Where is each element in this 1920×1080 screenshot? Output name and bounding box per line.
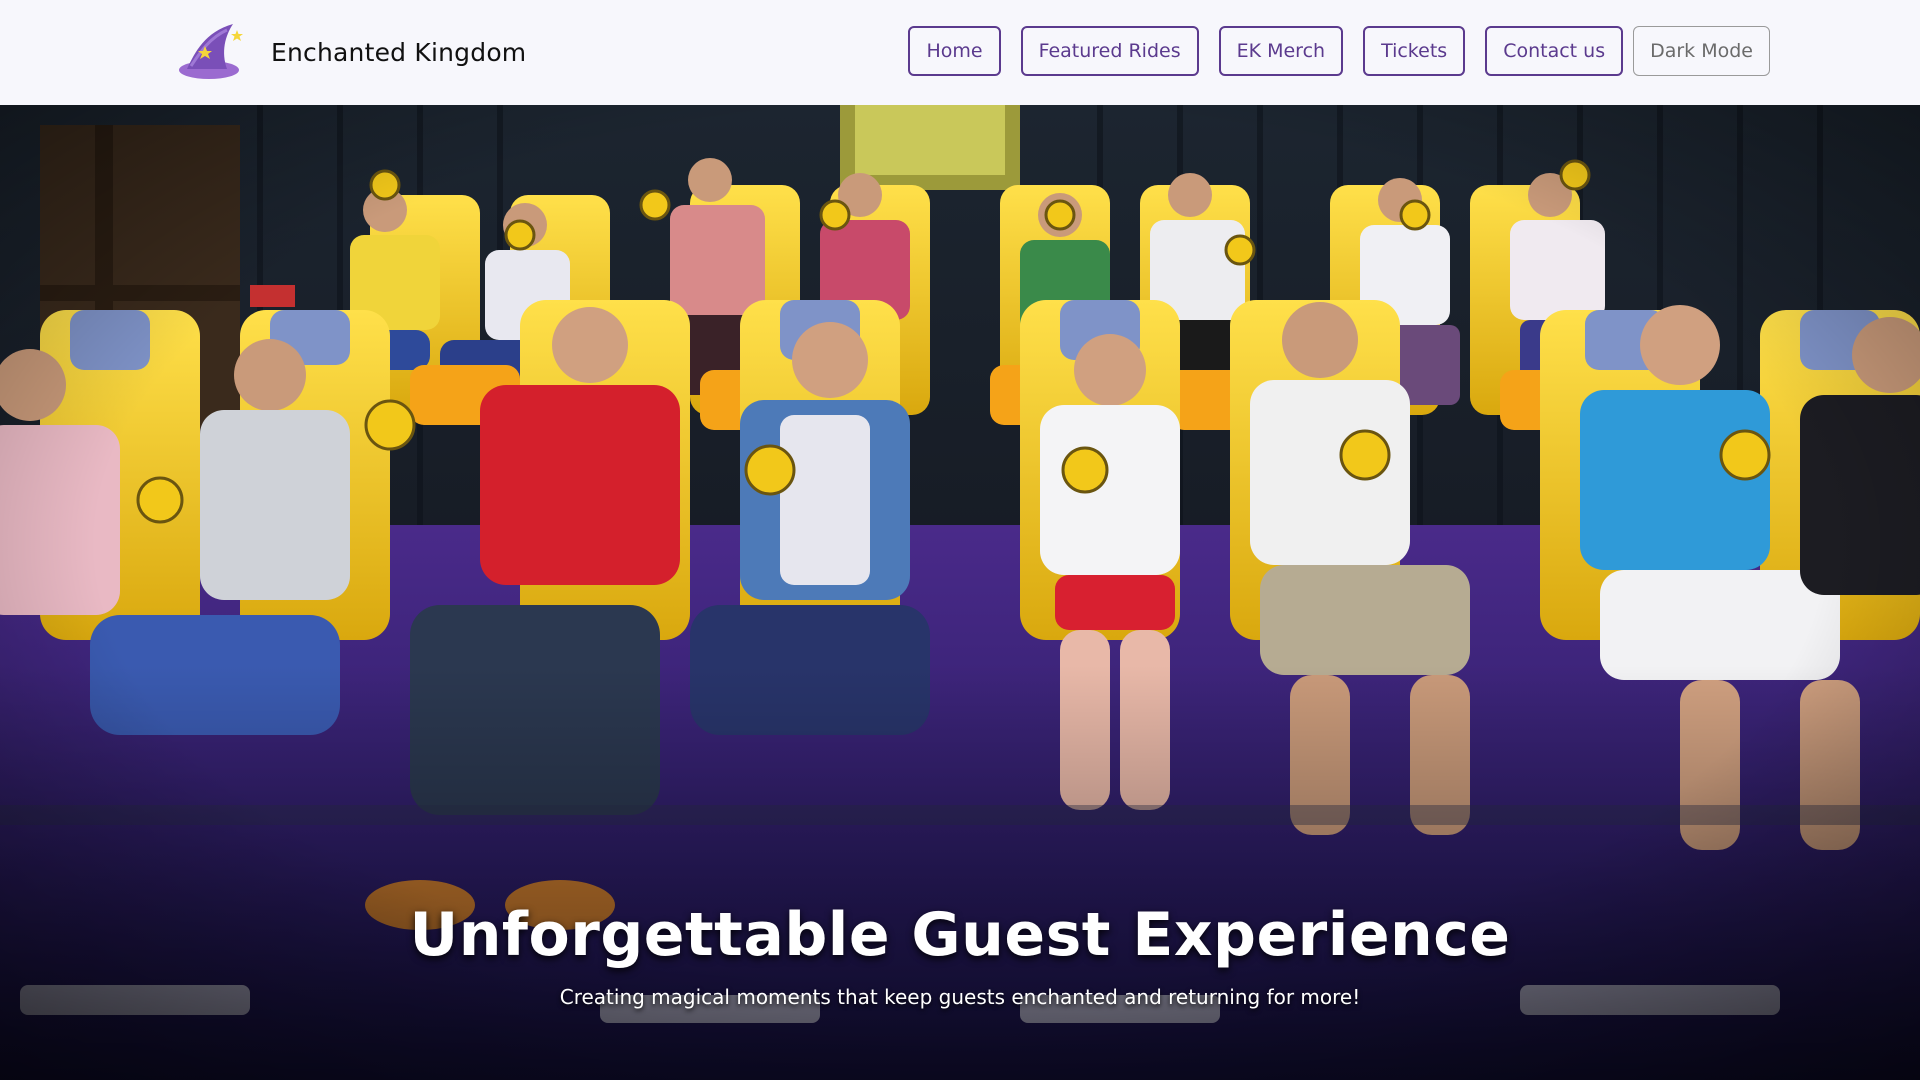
brand[interactable]: Enchanted Kingdom (175, 20, 526, 84)
nav-contact-us-button[interactable]: Contact us (1485, 26, 1624, 76)
navbar: Enchanted Kingdom Home Featured Rides EK… (0, 0, 1920, 105)
nav-home-button[interactable]: Home (908, 26, 1001, 76)
hero-subtitle: Creating magical moments that keep guest… (559, 985, 1361, 1009)
nav-tickets-button[interactable]: Tickets (1363, 26, 1466, 76)
wizard-hat-icon (179, 24, 243, 79)
nav-ek-merch-button[interactable]: EK Merch (1218, 26, 1344, 76)
brand-name: Enchanted Kingdom (271, 37, 527, 67)
dark-mode-toggle[interactable]: Dark Mode (1633, 26, 1770, 76)
hero-section: Unforgettable Guest Experience Creating … (0, 105, 1920, 1080)
nav-featured-rides-button[interactable]: Featured Rides (1020, 26, 1199, 76)
hero-title: Unforgettable Guest Experience (409, 900, 1511, 970)
nav-links: Home Featured Rides EK Merch Tickets Con… (908, 26, 1770, 76)
